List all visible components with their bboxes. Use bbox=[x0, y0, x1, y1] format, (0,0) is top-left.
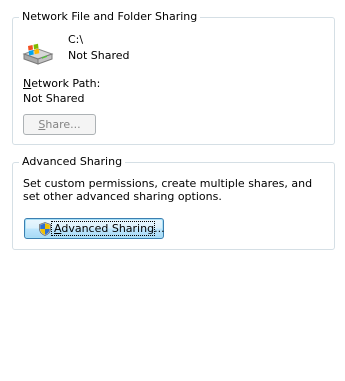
share-button[interactable]: Share... bbox=[23, 114, 96, 135]
network-drive-icon bbox=[22, 40, 54, 66]
network-path-label: Network Path: bbox=[23, 77, 101, 90]
share-button-label: Share... bbox=[38, 117, 81, 131]
focus-rectangle bbox=[51, 221, 155, 236]
drive-share-status: Not Shared bbox=[68, 49, 130, 62]
advanced-sharing-title: Advanced Sharing bbox=[19, 155, 126, 169]
advanced-sharing-button[interactable]: Advanced Sharing... bbox=[24, 218, 165, 239]
drive-name: C:\ bbox=[68, 33, 84, 46]
network-sharing-groupbox: Network File and Folder Sharing C:\ Not … bbox=[12, 10, 335, 145]
network-path-value: Not Shared bbox=[23, 92, 85, 105]
uac-shield-icon bbox=[39, 222, 51, 236]
network-path-label-rest: etwork Path: bbox=[31, 77, 101, 90]
advanced-sharing-description: Set custom permissions, create multiple … bbox=[23, 177, 313, 203]
network-sharing-title: Network File and Folder Sharing bbox=[19, 10, 201, 24]
advanced-sharing-groupbox: Advanced Sharing Set custom permissions,… bbox=[12, 155, 335, 250]
